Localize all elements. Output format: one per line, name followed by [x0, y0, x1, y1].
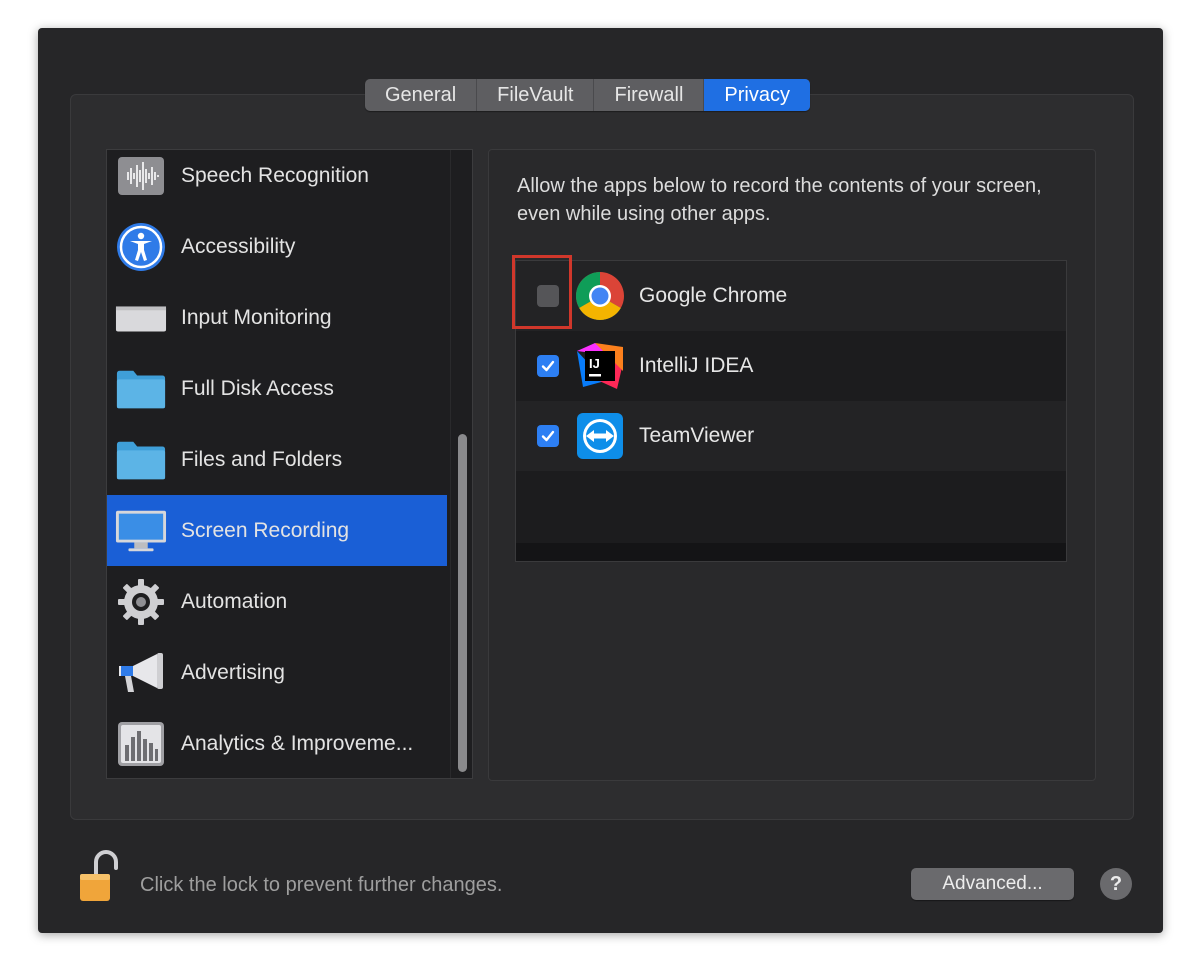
sidebar-scrollbar[interactable] — [450, 150, 472, 778]
app-name: Google Chrome — [639, 284, 788, 307]
sidebar-item-files-and-folders[interactable]: Files and Folders — [107, 424, 447, 495]
app-row-intellij-idea[interactable]: IJ IntelliJ IDEA — [516, 331, 1066, 401]
advanced-button[interactable]: Advanced... — [911, 868, 1074, 900]
teamviewer-icon — [575, 411, 625, 461]
keyboard-icon — [115, 292, 167, 344]
sidebar-item-label: Speech Recognition — [181, 163, 369, 187]
tab-bar: General FileVault Firewall Privacy — [365, 79, 810, 111]
screen-recording-pane: Allow the apps below to record the conte… — [488, 149, 1096, 781]
svg-text:IJ: IJ — [589, 356, 600, 371]
sidebar-item-accessibility[interactable]: Accessibility — [107, 211, 447, 282]
sidebar-item-label: Full Disk Access — [181, 376, 334, 400]
scrollbar-thumb[interactable] — [458, 434, 467, 772]
tab-filevault[interactable]: FileVault — [477, 79, 595, 111]
app-list: Google Chrome IJ IntelliJ IDEA TeamViewe… — [512, 255, 1067, 562]
chrome-checkbox[interactable] — [537, 285, 559, 307]
bar-chart-icon — [115, 718, 167, 770]
intellij-icon: IJ — [575, 341, 625, 391]
lock-icon[interactable] — [78, 850, 122, 904]
accessibility-icon — [115, 221, 167, 273]
security-privacy-window: General FileVault Firewall Privacy Speec… — [38, 28, 1163, 933]
sidebar-item-input-monitoring[interactable]: Input Monitoring — [107, 282, 447, 353]
teamviewer-checkbox[interactable] — [537, 425, 559, 447]
app-row-teamviewer[interactable]: TeamViewer — [516, 401, 1066, 471]
app-name: TeamViewer — [639, 424, 755, 447]
pane-description: Allow the apps below to record the conte… — [517, 175, 1042, 225]
lock-status-text: Click the lock to prevent further change… — [140, 874, 503, 896]
tab-firewall[interactable]: Firewall — [594, 79, 705, 111]
tab-general[interactable]: General — [365, 79, 478, 111]
tab-privacy[interactable]: Privacy — [704, 79, 810, 111]
sidebar-item-label: Files and Folders — [181, 447, 343, 471]
intellij-checkbox[interactable] — [537, 355, 559, 377]
sidebar-item-analytics[interactable]: Analytics & Improveme... — [107, 708, 447, 778]
list-footer — [516, 543, 1066, 561]
megaphone-icon — [115, 647, 167, 699]
waveform-icon — [115, 150, 167, 202]
gear-icon — [115, 576, 167, 628]
sidebar-item-full-disk-access[interactable]: Full Disk Access — [107, 353, 447, 424]
sidebar-item-speech-recognition[interactable]: Speech Recognition — [107, 150, 447, 211]
sidebar-item-label: Advertising — [181, 660, 285, 684]
sidebar-item-label: Input Monitoring — [181, 305, 332, 329]
sidebar-item-automation[interactable]: Automation — [107, 566, 447, 637]
sidebar-item-label: Screen Recording — [181, 518, 350, 542]
sidebar-item-label: Automation — [181, 589, 288, 613]
sidebar-item-screen-recording[interactable]: Screen Recording — [107, 495, 447, 566]
help-button[interactable]: ? — [1100, 868, 1132, 900]
sidebar-item-label: Analytics & Improveme... — [181, 731, 414, 755]
folder-icon — [115, 363, 167, 415]
sidebar-item-label: Accessibility — [181, 234, 296, 258]
folder-icon — [115, 434, 167, 486]
app-row-google-chrome[interactable]: Google Chrome — [512, 255, 1066, 331]
display-icon — [115, 505, 167, 557]
chrome-icon — [575, 271, 625, 321]
sidebar-item-advertising[interactable]: Advertising — [107, 637, 447, 708]
app-name: IntelliJ IDEA — [639, 354, 754, 377]
privacy-category-list: Speech Recognition Accessibility Input M… — [106, 149, 473, 779]
